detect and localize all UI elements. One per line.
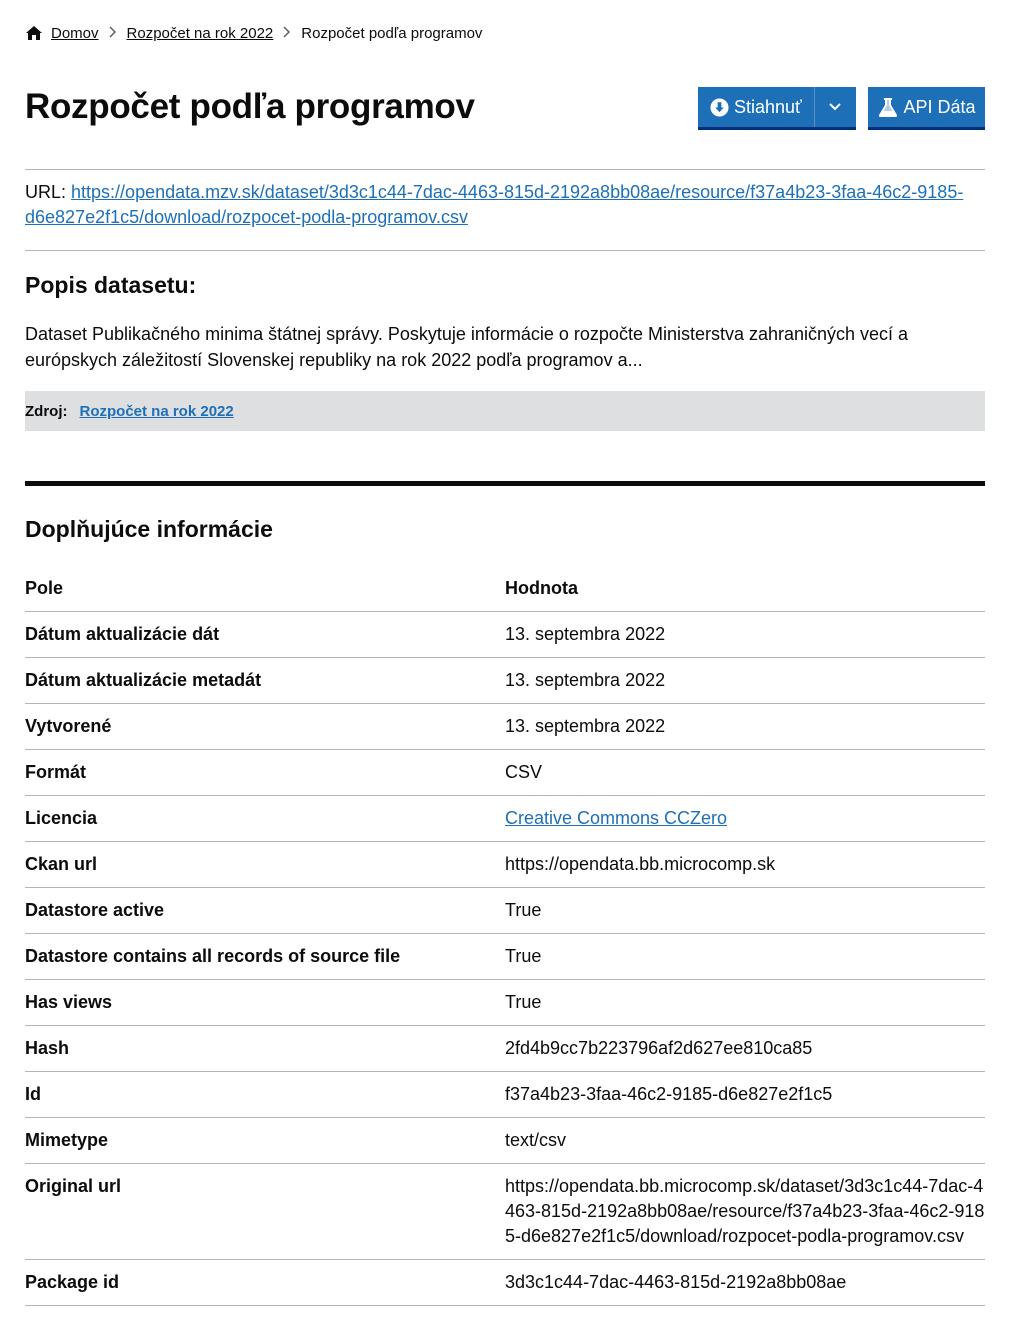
table-row: Formát CSV bbox=[25, 749, 985, 796]
chevron-right-icon bbox=[283, 25, 291, 42]
table-row: Mimetype text/csv bbox=[25, 1117, 985, 1164]
field-value: 2fd4b9cc7b223796af2d627ee810ca85 bbox=[505, 1025, 985, 1072]
download-button-group: Stiahnuť bbox=[698, 87, 856, 130]
table-row: Vytvorené 13. septembra 2022 bbox=[25, 703, 985, 750]
table-row: Id f37a4b23-3faa-46c2-9185-d6e827e2f1c5 bbox=[25, 1071, 985, 1118]
source-link[interactable]: Rozpočet na rok 2022 bbox=[80, 403, 234, 420]
api-data-button[interactable]: API Dáta bbox=[868, 87, 985, 127]
license-link[interactable]: Creative Commons CCZero bbox=[505, 808, 727, 828]
api-data-button-label: API Dáta bbox=[903, 96, 976, 117]
url-label: URL: bbox=[25, 182, 67, 202]
additional-info-heading: Doplňujúce informácie bbox=[25, 516, 273, 542]
field-value: 13. septembra 2022 bbox=[505, 657, 985, 704]
field-value: text/csv bbox=[505, 1117, 985, 1164]
divider bbox=[25, 169, 985, 170]
additional-info-table: Pole Hodnota Dátum aktualizácie dát 13. … bbox=[25, 566, 985, 1306]
table-row: Original url https://opendata.bb.microco… bbox=[25, 1163, 985, 1260]
table-row: Dátum aktualizácie metadát 13. septembra… bbox=[25, 657, 985, 704]
field-value: CSV bbox=[505, 749, 985, 796]
column-header-field: Pole bbox=[25, 566, 505, 612]
field-name: Datastore active bbox=[25, 887, 505, 934]
field-value: True bbox=[505, 979, 985, 1026]
field-name: Datastore contains all records of source… bbox=[25, 933, 505, 980]
download-options-toggle[interactable] bbox=[813, 87, 856, 127]
field-value: 3d3c1c44-7dac-4463-815d-2192a8bb08ae bbox=[505, 1259, 985, 1306]
field-name: Dátum aktualizácie metadát bbox=[25, 657, 505, 704]
divider bbox=[25, 250, 985, 251]
field-value: True bbox=[505, 887, 985, 934]
page-title: Rozpočet podľa programov bbox=[25, 87, 475, 126]
field-name: Licencia bbox=[25, 795, 505, 842]
flask-icon bbox=[879, 98, 898, 117]
description-text: Dataset Publikačného minima štátnej sprá… bbox=[25, 324, 909, 370]
chevron-right-icon bbox=[109, 25, 117, 42]
download-circle-icon bbox=[710, 97, 729, 117]
field-name: Ckan url bbox=[25, 841, 505, 888]
source-box: Zdroj: Rozpočet na rok 2022 bbox=[25, 391, 985, 431]
table-row: Datastore active True bbox=[25, 887, 985, 934]
resource-url-link[interactable]: https://opendata.mzv.sk/dataset/3d3c1c44… bbox=[25, 182, 963, 227]
field-value: 13. septembra 2022 bbox=[505, 703, 985, 750]
field-name: Package id bbox=[25, 1259, 505, 1306]
field-value: 13. septembra 2022 bbox=[505, 611, 985, 658]
breadcrumb-current: Rozpočet podľa programov bbox=[301, 24, 483, 42]
table-row: Package id 3d3c1c44-7dac-4463-815d-2192a… bbox=[25, 1259, 985, 1306]
breadcrumb-parent-link[interactable]: Rozpočet na rok 2022 bbox=[127, 25, 274, 42]
field-name: Id bbox=[25, 1071, 505, 1118]
source-label: Zdroj: bbox=[25, 402, 68, 420]
field-name: Vytvorené bbox=[25, 703, 505, 750]
column-header-value: Hodnota bbox=[505, 566, 985, 612]
breadcrumb-home-link[interactable]: Domov bbox=[51, 25, 99, 42]
field-value: https://opendata.bb.microcomp.sk/dataset… bbox=[505, 1163, 985, 1260]
home-icon bbox=[26, 26, 42, 40]
field-value: True bbox=[505, 933, 985, 980]
table-row: Dátum aktualizácie dát 13. septembra 202… bbox=[25, 611, 985, 658]
field-value: https://opendata.bb.microcomp.sk bbox=[505, 841, 985, 888]
table-row: Licencia Creative Commons CCZero bbox=[25, 795, 985, 842]
field-value: Creative Commons CCZero bbox=[505, 795, 985, 842]
table-row: Datastore contains all records of source… bbox=[25, 933, 985, 980]
chevron-down-icon bbox=[829, 103, 842, 111]
table-row: Ckan url https://opendata.bb.microcomp.s… bbox=[25, 841, 985, 888]
description-heading: Popis datasetu: bbox=[25, 272, 197, 298]
download-button[interactable]: Stiahnuť bbox=[698, 87, 814, 127]
field-name: Original url bbox=[25, 1163, 505, 1260]
field-name: Hash bbox=[25, 1025, 505, 1072]
table-row: Has views True bbox=[25, 979, 985, 1026]
table-header-row: Pole Hodnota bbox=[25, 566, 985, 612]
field-name: Has views bbox=[25, 979, 505, 1026]
table-row: Hash 2fd4b9cc7b223796af2d627ee810ca85 bbox=[25, 1025, 985, 1072]
field-name: Formát bbox=[25, 749, 505, 796]
field-value: f37a4b23-3faa-46c2-9185-d6e827e2f1c5 bbox=[505, 1071, 985, 1118]
section-divider bbox=[25, 481, 985, 486]
download-button-label: Stiahnuť bbox=[734, 96, 802, 117]
breadcrumb: Domov Rozpočet na rok 2022 Rozpočet podľ… bbox=[25, 22, 482, 44]
resource-url: URL: https://opendata.mzv.sk/dataset/3d3… bbox=[25, 180, 965, 230]
field-name: Dátum aktualizácie dát bbox=[25, 611, 505, 658]
field-name: Mimetype bbox=[25, 1117, 505, 1164]
